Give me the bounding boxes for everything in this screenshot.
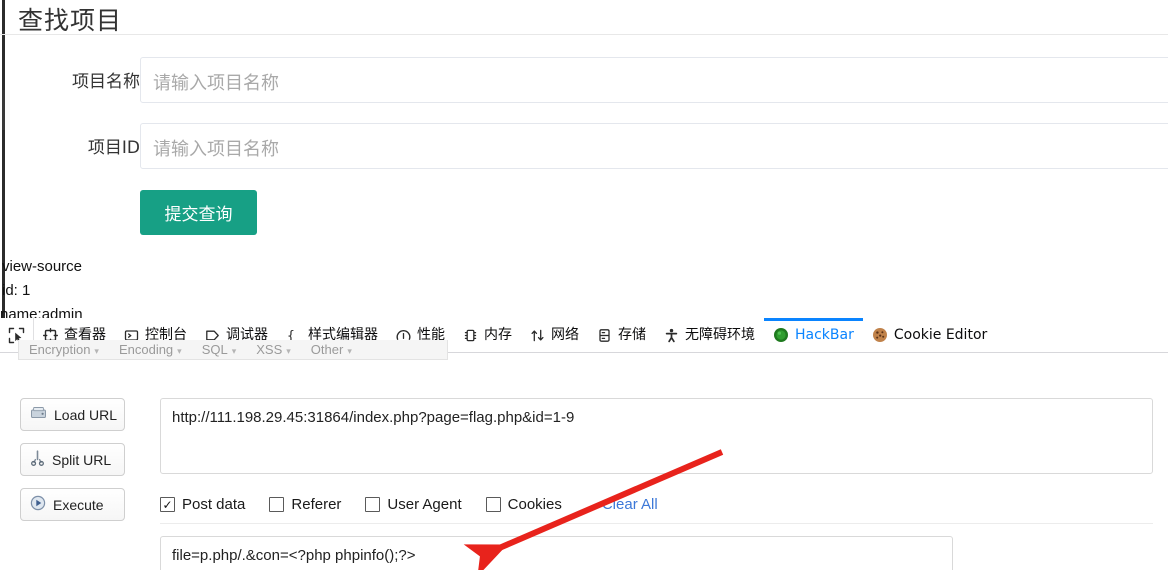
tab-hackbar[interactable]: HackBar <box>764 317 863 353</box>
web-page-content: 查找项目 项目名称 请输入项目名称 项目ID 请输入项目名称 提交查询 view… <box>0 0 1168 318</box>
submit-query-button[interactable]: 提交查询 <box>140 190 257 235</box>
accessibility-icon <box>664 328 679 343</box>
result-line-id: id: 1 <box>2 282 31 299</box>
split-url-label: Split URL <box>52 451 112 468</box>
tab-cookie-editor-label: Cookie Editor <box>893 327 988 343</box>
hackbar-menu-other[interactable]: Other ▾ <box>301 342 362 357</box>
panel-title-divider <box>0 34 1168 35</box>
storage-icon <box>597 328 612 343</box>
split-url-icon <box>30 450 45 469</box>
network-icon <box>530 328 545 343</box>
checkbox-user-agent[interactable]: User Agent <box>365 496 462 513</box>
chevron-down-icon: ▾ <box>347 346 352 356</box>
label-project-id: 项目ID <box>87 138 140 158</box>
label-project-name: 项目名称 <box>72 72 140 92</box>
checkbox-cookies[interactable]: Cookies <box>485 496 562 513</box>
hackbar-icon <box>773 327 789 343</box>
result-line-view-source: view-source <box>2 258 83 275</box>
hackbar-menu-bar: Encryption ▾ Encoding ▾ SQL ▾ XSS ▾ Other ▾ <box>18 340 448 360</box>
chevron-down-icon: ▾ <box>94 346 99 356</box>
checkbox-user-agent-label: User Agent <box>387 496 462 513</box>
execute-icon <box>30 495 46 514</box>
tab-storage[interactable]: 存储 <box>588 318 655 353</box>
post-data-input[interactable]: file=p.php/.&con=<?php phpinfo();?> <box>160 536 953 570</box>
form-row-project-name: 项目名称 请输入项目名称 <box>0 57 1168 105</box>
input-project-id-placeholder: 请输入项目名称 <box>153 139 279 160</box>
checkbox-post-data-label: Post data <box>182 496 246 513</box>
hackbar-options-row: ✓ Post data Referer User Agent Cookies C… <box>160 486 1153 524</box>
load-url-button[interactable]: Load URL <box>20 398 125 431</box>
chevron-down-icon: ▾ <box>177 346 182 356</box>
tab-network-label: 网络 <box>551 327 579 343</box>
input-project-id[interactable]: 请输入项目名称 <box>140 123 1168 169</box>
load-url-label: Load URL <box>54 406 118 423</box>
page-title: 查找项目 <box>18 6 123 35</box>
cookie-icon <box>872 327 888 343</box>
referer-checkbox-box <box>269 497 285 512</box>
input-project-name[interactable]: 请输入项目名称 <box>140 57 1168 103</box>
url-input[interactable]: http://111.198.29.45:31864/index.php?pag… <box>160 398 1153 474</box>
hackbar-menu-encryption[interactable]: Encryption ▾ <box>19 342 109 357</box>
chevron-down-icon: ▾ <box>286 346 291 356</box>
cookies-checkbox-box <box>485 497 501 512</box>
tab-memory[interactable]: 内存 <box>454 318 521 353</box>
tab-accessibility[interactable]: 无障碍环境 <box>655 318 764 353</box>
checkbox-referer[interactable]: Referer <box>269 496 341 513</box>
tab-storage-label: 存储 <box>618 327 646 343</box>
memory-icon <box>463 328 478 343</box>
tab-network[interactable]: 网络 <box>521 318 588 353</box>
load-url-icon <box>30 406 47 424</box>
screen-root: 查找项目 项目名称 请输入项目名称 项目ID 请输入项目名称 提交查询 view… <box>0 0 1168 570</box>
query-result-output: view-source id: 1 name:admin <box>0 255 83 318</box>
tab-memory-label: 内存 <box>484 327 512 343</box>
tab-accessibility-label: 无障碍环境 <box>685 327 755 343</box>
execute-button[interactable]: Execute <box>20 488 125 521</box>
hackbar-menu-encoding[interactable]: Encoding ▾ <box>109 342 192 357</box>
tab-hackbar-label: HackBar <box>795 327 854 343</box>
form-row-project-id: 项目ID 请输入项目名称 <box>0 123 1168 171</box>
tab-cookie-editor[interactable]: Cookie Editor <box>863 318 996 353</box>
execute-label: Execute <box>53 496 104 513</box>
checkbox-referer-label: Referer <box>291 496 342 513</box>
checkbox-cookies-label: Cookies <box>507 496 562 513</box>
split-url-button[interactable]: Split URL <box>20 443 125 476</box>
hackbar-menu-xss[interactable]: XSS ▾ <box>246 342 301 357</box>
post-data-checkbox-box: ✓ <box>160 497 175 512</box>
checkbox-post-data[interactable]: ✓ Post data <box>160 496 245 513</box>
user-agent-checkbox-box <box>365 497 381 512</box>
result-line-name: name:admin <box>0 306 83 318</box>
hackbar-menu-sql[interactable]: SQL ▾ <box>192 342 247 357</box>
clear-all-link[interactable]: Clear All <box>602 496 658 513</box>
input-project-name-placeholder: 请输入项目名称 <box>153 73 279 94</box>
chevron-down-icon: ▾ <box>231 346 237 356</box>
